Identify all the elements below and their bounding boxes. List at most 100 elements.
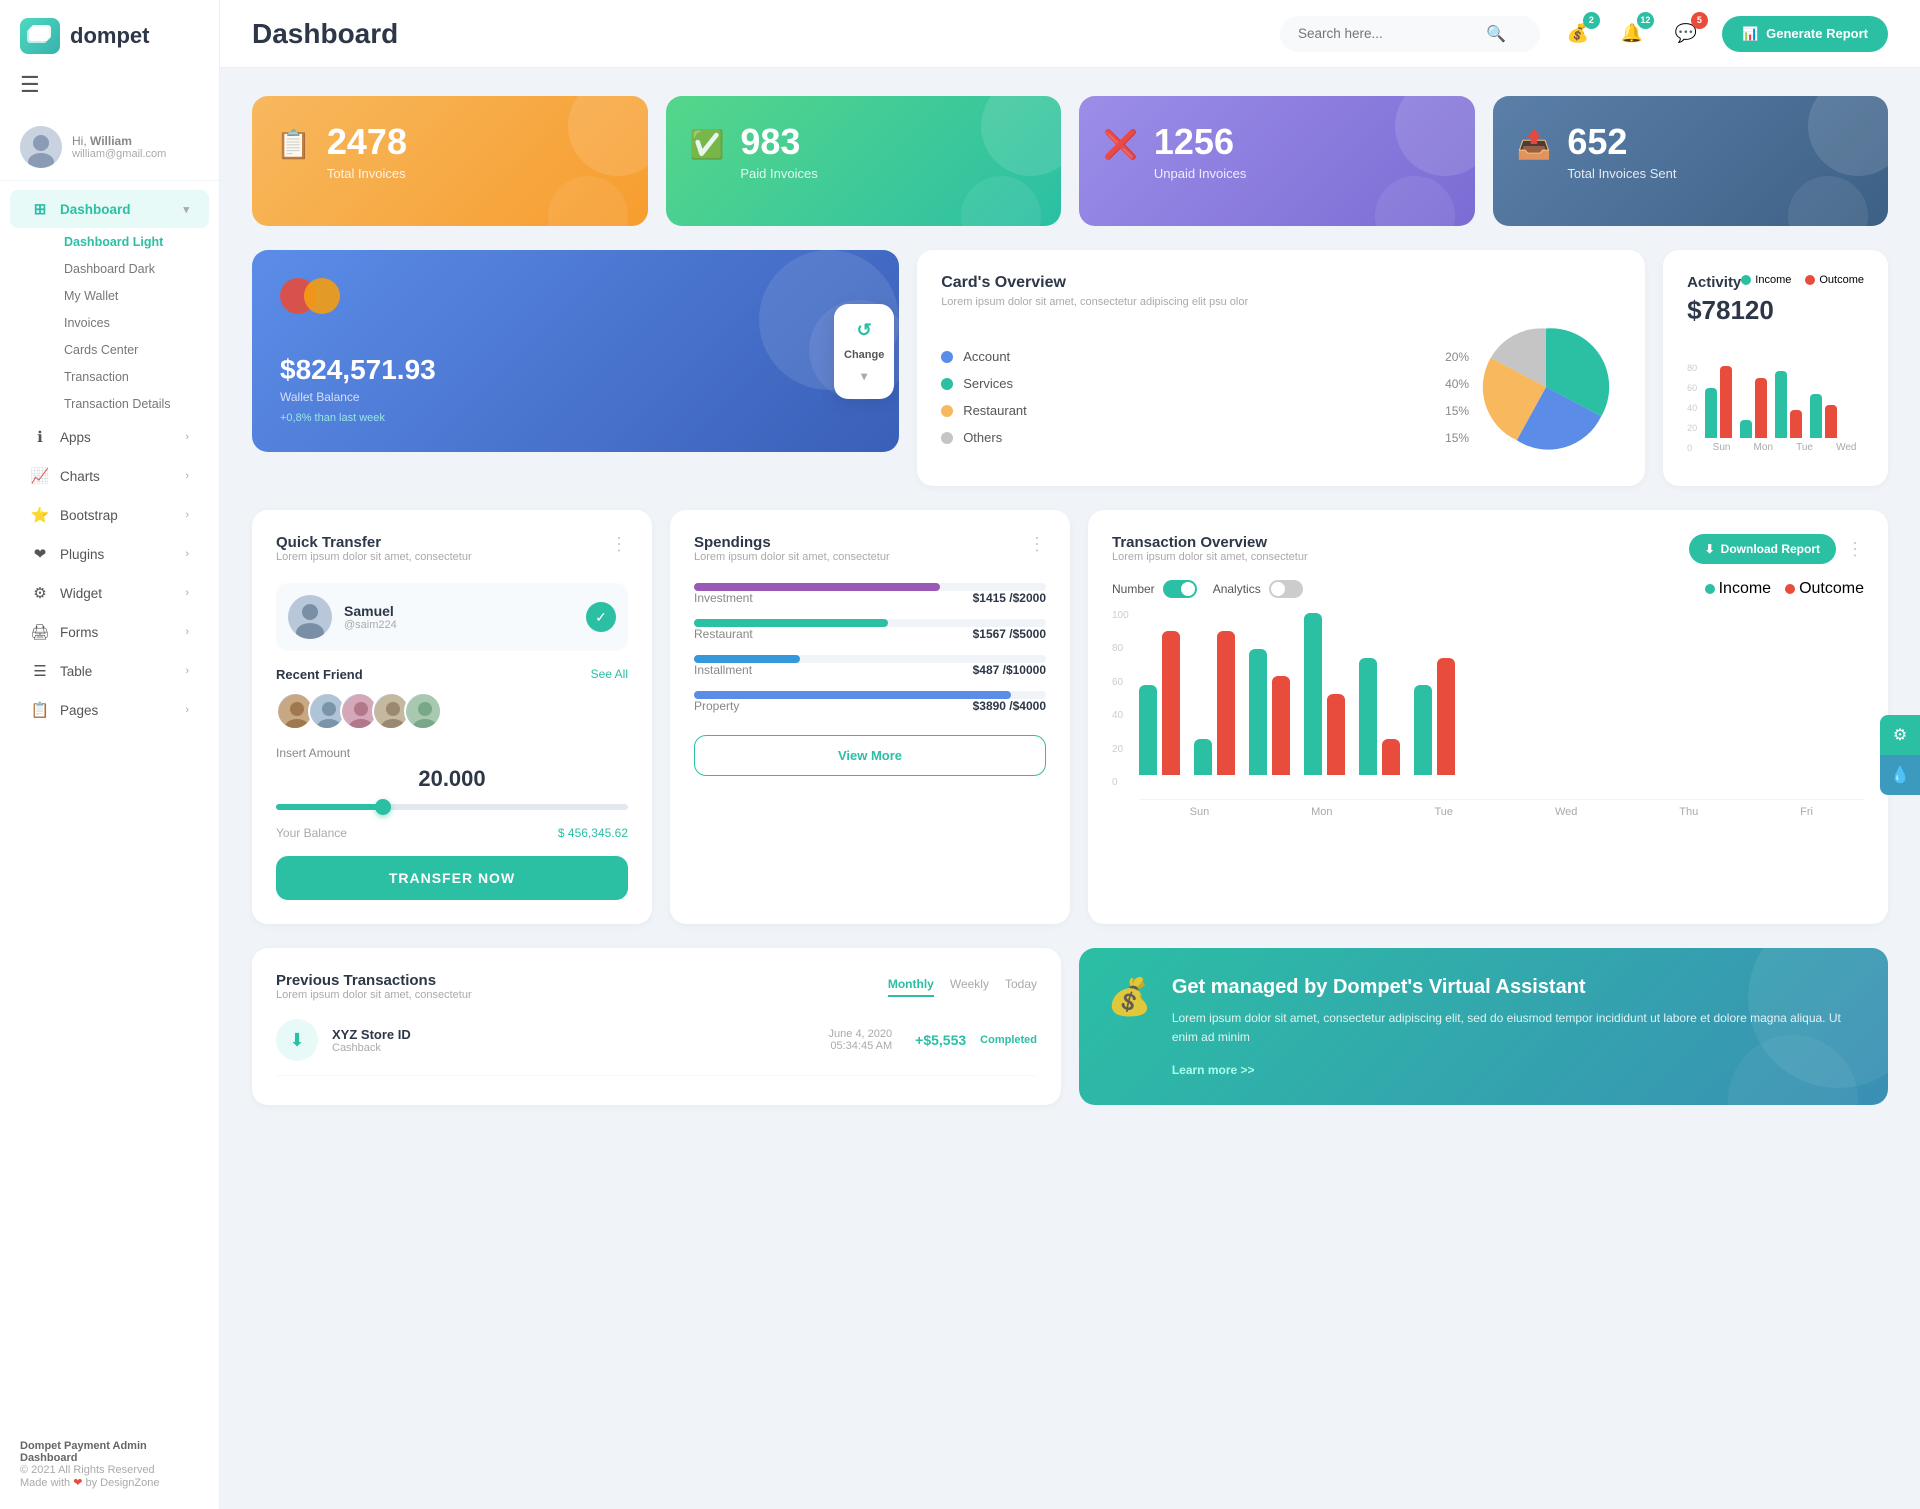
total-invoices-number: 2478 xyxy=(327,124,407,160)
qt-title: Quick Transfer xyxy=(276,534,472,551)
toggle-analytics-switch[interactable] xyxy=(1269,580,1303,598)
bar-outcome-thu xyxy=(1382,739,1400,775)
user-avatar xyxy=(288,595,332,639)
sidebar-item-pages[interactable]: 📋 Pages › xyxy=(10,691,209,729)
paid-invoices-number: 983 xyxy=(740,124,817,160)
outcome-chip: Outcome xyxy=(1785,580,1864,598)
legend-others: Others 15% xyxy=(941,430,1469,445)
sidebar-item-forms[interactable]: 🖨 Forms › xyxy=(10,613,209,651)
bar-labels: Sun Mon Tue Wed xyxy=(1705,442,1864,453)
activity-chart: 806040200 xyxy=(1687,338,1864,453)
x-axis-labels: Sun Mon Tue Wed Thu Fri xyxy=(1139,806,1864,818)
download-report-button[interactable]: ⬇ Download Report xyxy=(1689,534,1836,564)
transfer-now-button[interactable]: TRANSFER NOW xyxy=(276,856,628,900)
investment-amount: $1415 /$2000 xyxy=(973,591,1046,605)
sidebar-item-dashboard[interactable]: ⊞ Dashboard ▾ xyxy=(10,190,209,228)
outcome-label: Outcome xyxy=(1819,274,1864,286)
more-options-icon[interactable]: ⋮ xyxy=(1028,534,1046,555)
change-button[interactable]: ↺ Change ▾ xyxy=(834,304,894,399)
tx-status-1: Completed xyxy=(980,1034,1037,1046)
bar-outcome-sun xyxy=(1162,631,1180,775)
sidebar-item-plugins[interactable]: ❤ Plugins › xyxy=(10,535,209,573)
label-fri: Fri xyxy=(1800,806,1813,818)
stat-cards: 📋 2478 Total Invoices ✅ 983 Paid Invoice… xyxy=(252,96,1888,226)
pct-others: 15% xyxy=(1445,431,1469,445)
chevron-icon: › xyxy=(185,587,189,599)
invoices-sent-label: Total Invoices Sent xyxy=(1567,166,1676,181)
mid-section: $824,571.93 Wallet Balance +0,8% than la… xyxy=(252,250,1888,486)
float-settings-button[interactable]: ⚙ xyxy=(1880,715,1920,755)
topbar: Dashboard 🔍 💰 2 🔔 12 💬 5 📊 Generate Repo… xyxy=(220,0,1920,68)
va-icon: 💰 xyxy=(1107,976,1152,1018)
dot-restaurant xyxy=(941,405,953,417)
search-input[interactable] xyxy=(1298,26,1478,41)
qt-user-name: Samuel xyxy=(344,603,397,619)
chevron-icon: › xyxy=(185,548,189,560)
logo-text: dompet xyxy=(70,23,149,49)
legend-services: Services 40% xyxy=(941,376,1469,391)
legend-restaurant: Restaurant 15% xyxy=(941,403,1469,418)
recent-header: Recent Friend See All xyxy=(276,667,628,682)
card-circle-2 xyxy=(961,176,1041,226)
sidebar-item-charts[interactable]: 📈 Charts › xyxy=(10,457,209,495)
sub-item-dashboard-light[interactable]: Dashboard Light xyxy=(48,229,209,255)
sub-item-transaction[interactable]: Transaction xyxy=(48,364,209,390)
toggle-number-switch[interactable] xyxy=(1163,580,1197,598)
sidebar-item-table[interactable]: ☰ Table › xyxy=(10,652,209,690)
bar-income-mon xyxy=(1740,420,1752,438)
generate-report-button[interactable]: 📊 Generate Report xyxy=(1722,16,1888,52)
overview-activity: Card's Overview Lorem ipsum dolor sit am… xyxy=(917,250,1888,486)
quick-transfer-card: Quick Transfer Lorem ipsum dolor sit ame… xyxy=(252,510,652,924)
messages-button[interactable]: 💬 5 xyxy=(1668,16,1704,52)
sidebar-item-bootstrap[interactable]: ⭐ Bootstrap › xyxy=(10,496,209,534)
wallet-icon-button[interactable]: 💰 2 xyxy=(1560,16,1596,52)
bar-outcome-mon xyxy=(1755,378,1767,438)
tab-weekly[interactable]: Weekly xyxy=(950,977,989,997)
notifications-button[interactable]: 🔔 12 xyxy=(1614,16,1650,52)
three-col-section: Quick Transfer Lorem ipsum dolor sit ame… xyxy=(252,510,1888,924)
bar-income-tue xyxy=(1249,649,1267,775)
income-dot xyxy=(1741,275,1751,285)
label-services: Services xyxy=(963,376,1435,391)
prev-transactions-card: Previous Transactions Lorem ipsum dolor … xyxy=(252,948,1061,1105)
sub-item-invoices[interactable]: Invoices xyxy=(48,310,209,336)
sidebar-item-widget[interactable]: ⚙ Widget › xyxy=(10,574,209,612)
income-dot xyxy=(1705,584,1715,594)
restaurant-amount: $1567 /$5000 xyxy=(973,627,1046,641)
sub-item-transaction-details[interactable]: Transaction Details xyxy=(48,391,209,417)
tx-row-1: ⬇ XYZ Store ID Cashback June 4, 2020 05:… xyxy=(276,1005,1037,1076)
bar-area: Sun Mon Tue Wed xyxy=(1705,338,1864,453)
sub-item-my-wallet[interactable]: My Wallet xyxy=(48,283,209,309)
label-wed: Wed xyxy=(1836,442,1856,453)
bar-outcome-wed xyxy=(1825,405,1837,438)
view-more-button[interactable]: View More xyxy=(694,735,1046,776)
sub-item-cards-center[interactable]: Cards Center xyxy=(48,337,209,363)
plugins-label: Plugins xyxy=(60,547,104,562)
more-options-icon[interactable]: ⋮ xyxy=(610,534,628,555)
pages-label: Pages xyxy=(60,703,98,718)
outcome-label: Outcome xyxy=(1799,580,1864,598)
more-options-icon[interactable]: ⋮ xyxy=(1846,539,1864,560)
hamburger-button[interactable]: ☰ xyxy=(0,72,219,114)
float-water-button[interactable]: 💧 xyxy=(1880,755,1920,795)
see-all-link[interactable]: See All xyxy=(591,667,628,682)
y-axis: 806040200 xyxy=(1687,363,1697,453)
bar-income-sun xyxy=(1139,685,1157,775)
bar-fill-investment xyxy=(694,583,940,591)
tx-sub-1: Cashback xyxy=(332,1042,411,1054)
tab-monthly[interactable]: Monthly xyxy=(888,977,934,997)
apps-icon: ℹ xyxy=(30,427,50,447)
bar-fri xyxy=(1414,658,1455,775)
topbar-icons: 💰 2 🔔 12 💬 5 📊 Generate Report xyxy=(1560,16,1888,52)
amount-slider[interactable] xyxy=(276,804,628,810)
tab-today[interactable]: Today xyxy=(1005,977,1037,997)
outcome-chip: Outcome xyxy=(1805,274,1864,286)
activity-header: Activity Income Outcome xyxy=(1687,274,1864,291)
amount-value: 20.000 xyxy=(276,766,628,792)
total-invoices-label: Total Invoices xyxy=(327,166,407,181)
sub-item-dashboard-dark[interactable]: Dashboard Dark xyxy=(48,256,209,282)
sidebar-nav: ⊞ Dashboard ▾ Dashboard Light Dashboard … xyxy=(0,181,219,1426)
sidebar-item-apps[interactable]: ℹ Apps › xyxy=(10,418,209,456)
va-learn-more-link[interactable]: Learn more >> xyxy=(1172,1063,1860,1077)
footer-copy: © 2021 All Rights Reserved xyxy=(20,1464,199,1476)
